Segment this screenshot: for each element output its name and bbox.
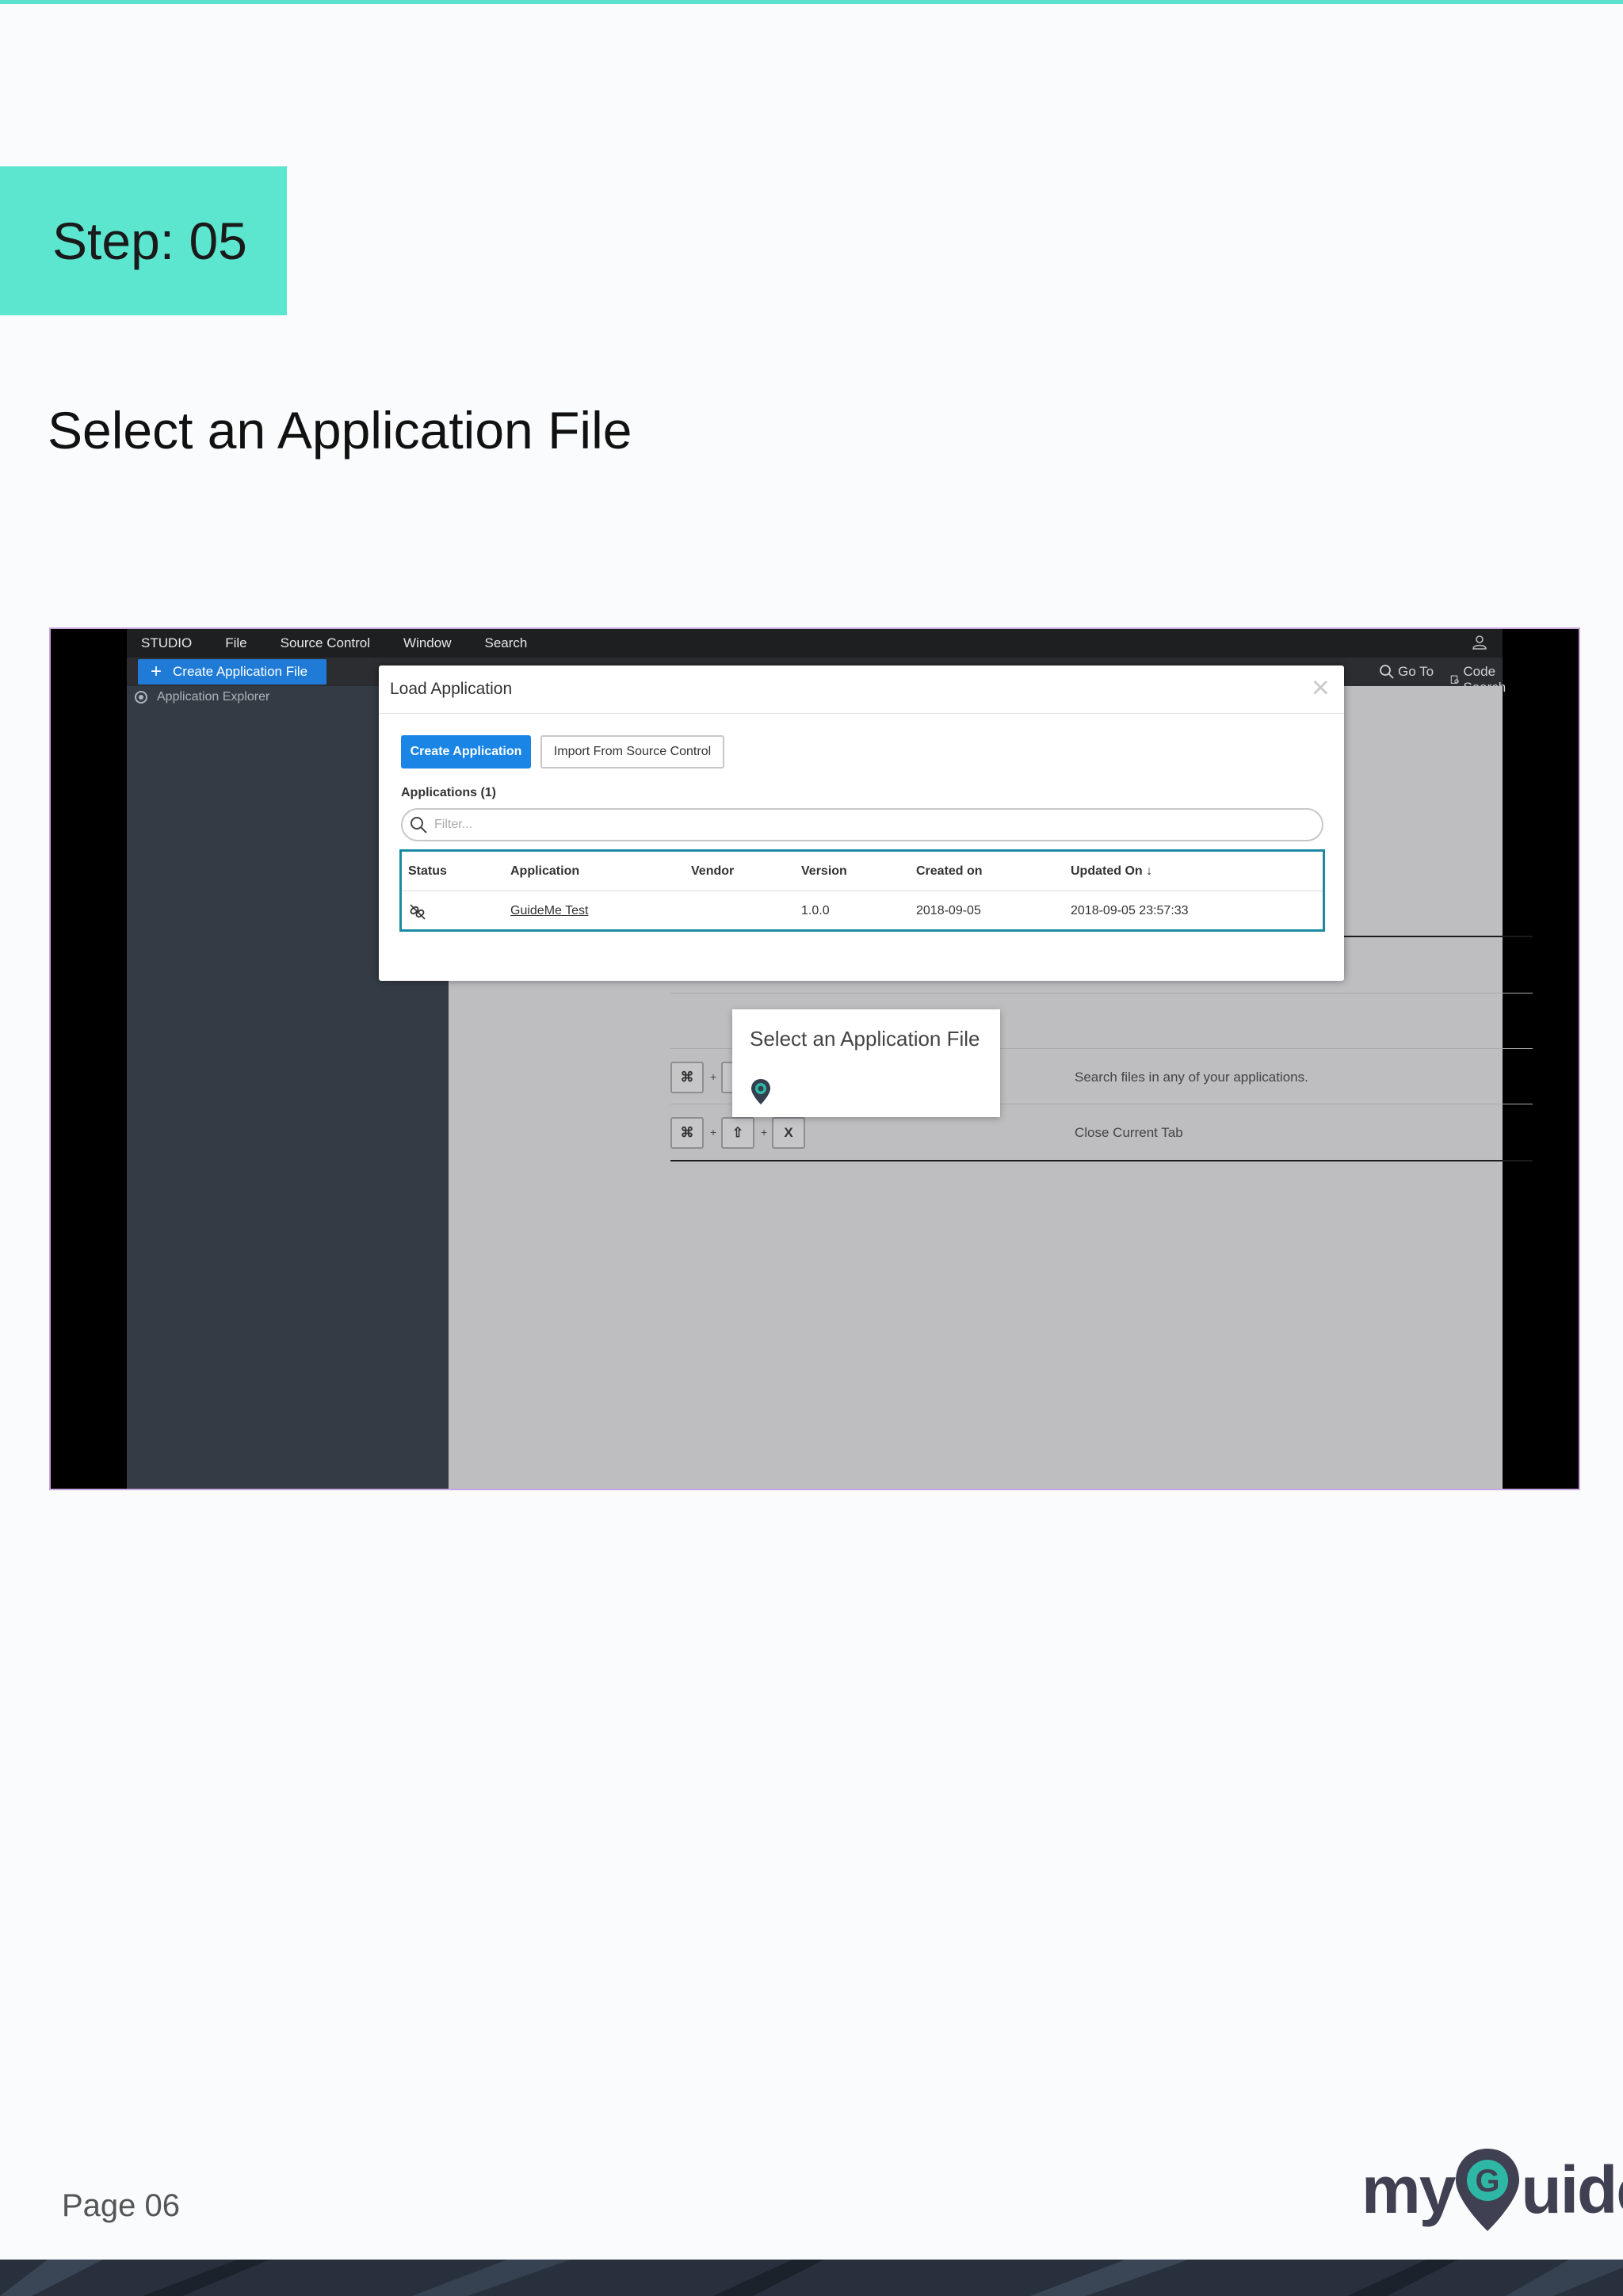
step-badge: Step: 05	[0, 166, 287, 315]
filter-input[interactable]	[434, 818, 1227, 832]
applications-table: Status Application Vendor Version Create…	[399, 849, 1325, 932]
column-status[interactable]: Status	[408, 864, 447, 879]
studio-app: STUDIO File Source Control Window Search…	[127, 629, 1533, 1489]
column-created-on[interactable]: Created on	[916, 864, 983, 879]
myguide-logo: my G uide	[1361, 2149, 1623, 2231]
unlink-icon	[408, 902, 427, 925]
key-cmd: ⌘	[670, 1062, 704, 1093]
plus-separator: +	[710, 1126, 717, 1138]
shortcut-description: Close Current Tab	[1075, 1125, 1183, 1140]
close-icon[interactable]: ×	[1312, 672, 1330, 704]
column-application[interactable]: Application	[510, 864, 579, 879]
guide-pin-icon	[751, 1079, 770, 1104]
import-from-source-control-button[interactable]: Import From Source Control	[540, 735, 724, 769]
explorer-icon	[135, 691, 147, 704]
column-version[interactable]: Version	[801, 864, 847, 879]
dialog-divider	[379, 713, 1344, 714]
key-cmd: ⌘	[670, 1117, 704, 1149]
plus-icon: +	[151, 661, 162, 682]
key-shift: ⇧	[721, 1117, 754, 1149]
create-application-button[interactable]: Create Application	[401, 735, 531, 769]
column-vendor[interactable]: Vendor	[691, 864, 734, 879]
created-on-cell: 2018-09-05	[916, 904, 981, 917]
screenshot-frame: STUDIO File Source Control Window Search…	[49, 627, 1580, 1490]
shortcut-divider	[670, 993, 1533, 994]
version-cell: 1.0.0	[801, 904, 830, 917]
column-updated-on[interactable]: Updated On ↓	[1071, 864, 1152, 879]
go-to-button[interactable]: Go To	[1379, 664, 1434, 680]
menu-source-control[interactable]: Source Control	[281, 635, 370, 651]
top-accent-rule	[0, 0, 1623, 4]
menu-window[interactable]: Window	[403, 635, 451, 651]
page-number: Page 06	[62, 2188, 181, 2223]
tooltip-text: Select an Application File	[750, 1027, 980, 1051]
logo-text-uide: uide	[1521, 2152, 1623, 2227]
search-icon	[411, 817, 427, 833]
menu-search[interactable]: Search	[485, 635, 528, 651]
step-label: Step: 05	[52, 212, 247, 270]
updated-on-cell: 2018-09-05 23:57:33	[1071, 904, 1189, 917]
application-name-link[interactable]: GuideMe Test	[510, 904, 588, 918]
footer-band	[0, 2260, 1623, 2296]
table-header: Status Application Vendor Version Create…	[402, 852, 1323, 891]
shortcut-description: Search files in any of your applications…	[1075, 1070, 1308, 1085]
page-title: Select an Application File	[48, 401, 632, 460]
table-row[interactable]: GuideMe Test 1.0.0 2018-09-05 2018-09-05…	[402, 891, 1323, 931]
code-search-icon	[1450, 675, 1459, 684]
go-to-label: Go To	[1398, 664, 1434, 679]
plus-separator: +	[761, 1126, 768, 1138]
shortcuts-bottom-rule	[670, 1160, 1533, 1161]
menu-studio[interactable]: STUDIO	[141, 635, 192, 651]
menu-file[interactable]: File	[225, 635, 246, 651]
guide-tooltip: Select an Application File	[732, 1009, 1000, 1117]
menu-bar: STUDIO File Source Control Window Search	[127, 629, 1503, 658]
user-icon[interactable]	[1471, 634, 1488, 651]
create-application-file-button[interactable]: + Create Application File	[138, 659, 327, 685]
footer-decoration	[0, 2260, 1623, 2296]
logo-pin-icon: G	[1456, 2149, 1520, 2231]
load-application-dialog: Load Application × Create Application Im…	[379, 666, 1344, 981]
application-explorer-label: Application Explorer	[157, 690, 270, 704]
dialog-title: Load Application	[390, 680, 513, 698]
create-application-file-label: Create Application File	[173, 664, 308, 679]
logo-text-my: my	[1361, 2152, 1456, 2227]
applications-count-label: Applications (1)	[401, 786, 497, 799]
key-x: X	[772, 1117, 805, 1149]
logo-g-letter: G	[1476, 2164, 1500, 2199]
search-icon	[1380, 665, 1394, 679]
plus-separator: +	[710, 1070, 717, 1083]
filter-field[interactable]	[401, 808, 1323, 841]
